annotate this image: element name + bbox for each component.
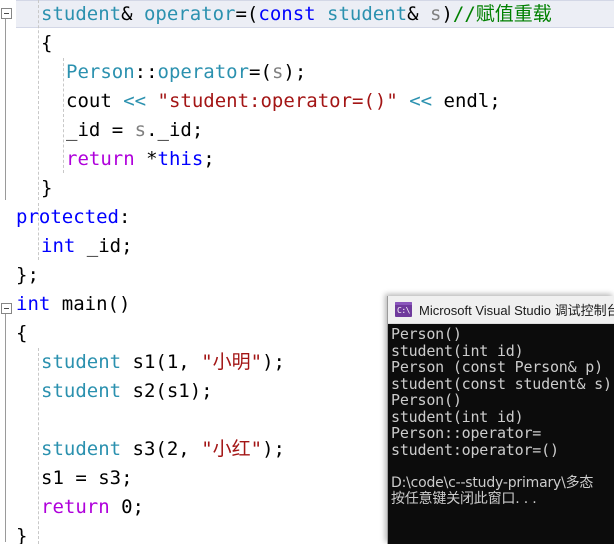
code-token: ._id; (146, 119, 204, 141)
console-icon-prompt-glyph: C:\ (397, 306, 410, 315)
code-line[interactable]: Person::operator=(s); (0, 58, 614, 87)
code-token: } (16, 525, 28, 544)
code-token: s1 = s3; (41, 467, 133, 489)
code-token: s (430, 3, 442, 25)
code-line[interactable]: int _id; (0, 232, 614, 261)
code-token: ); (262, 438, 285, 460)
code-token: } (41, 177, 53, 199)
code-token: ; (203, 148, 215, 170)
code-token: 0 (121, 496, 133, 518)
code-token: _id; (75, 235, 133, 257)
code-token: , (178, 351, 202, 373)
console-title-text: Microsoft Visual Studio 调试控制台 (419, 303, 614, 318)
code-token: return (41, 496, 110, 518)
console-app-icon: C:\ (395, 302, 412, 317)
console-output-line: Person() (391, 391, 462, 409)
console-icon-bar (395, 302, 412, 305)
code-token: int (16, 293, 51, 315)
console-output-line: student(const student& s) (391, 374, 612, 393)
console-output-line: D:\code\c--study-primary\多态 (391, 474, 594, 491)
code-token: 1 (166, 351, 179, 373)
code-line[interactable]: } (0, 174, 614, 203)
code-line[interactable]: cout << "student:operator=()" << endl; (0, 87, 614, 116)
code-token: student (41, 380, 122, 402)
code-line[interactable]: protected: (0, 203, 614, 232)
code-token: cout (66, 90, 124, 112)
code-line[interactable]: }; (0, 261, 614, 290)
code-token: () (107, 293, 131, 315)
code-token: s1( (121, 351, 167, 373)
code-token: , (178, 438, 202, 460)
console-window[interactable]: C:\ Microsoft Visual Studio 调试控制台 Person… (387, 296, 614, 544)
code-token: * (134, 148, 158, 170)
screen-root: student& operator=(const student& s)//赋值… (0, 0, 614, 544)
code-token: 2 (166, 438, 179, 460)
code-token: :: (134, 61, 158, 83)
code-token: }; (16, 264, 39, 286)
code-token: ); (283, 61, 307, 83)
code-token: endl; (432, 90, 501, 112)
console-output-line: student:operator=() (391, 440, 559, 459)
code-token: "小红" (201, 438, 263, 460)
code-token: int (41, 235, 76, 257)
code-token: const (258, 3, 316, 25)
console-output-line: 按任意键关闭此窗口. . . (391, 491, 537, 507)
code-token: student (41, 438, 122, 460)
code-token: student (41, 3, 122, 25)
code-token: protected (16, 206, 119, 228)
code-token: //赋值重载 (452, 3, 552, 25)
code-token: s (134, 119, 147, 141)
code-token: Person (66, 61, 135, 83)
code-token: =( (235, 3, 259, 25)
code-token: s (271, 61, 284, 83)
code-token: operator (157, 61, 250, 83)
code-token: =( (249, 61, 272, 83)
code-token: return (66, 148, 135, 170)
code-token: : (118, 206, 131, 228)
code-token: ; (132, 496, 144, 518)
console-titlebar[interactable]: C:\ Microsoft Visual Studio 调试控制台 (388, 296, 614, 324)
code-token: { (41, 32, 53, 54)
code-token: s3( (121, 438, 167, 460)
code-line[interactable]: { (0, 29, 614, 58)
code-token: "student:operator=()" (157, 90, 398, 112)
code-token: << (123, 90, 147, 112)
code-token: ) (441, 3, 453, 25)
code-line[interactable]: return *this; (0, 145, 614, 174)
code-token: operator (143, 3, 236, 25)
code-token: main (61, 293, 108, 315)
console-output-line: Person (const Person& p) (391, 358, 603, 376)
code-line[interactable]: student& operator=(const student& s)//赋值… (0, 0, 614, 29)
console-output-area[interactable]: Person() student(int id) Person (const Per… (388, 324, 614, 544)
code-token: _id = (66, 119, 135, 141)
console-output-line: student(int id) (391, 341, 524, 360)
code-token: { (16, 322, 28, 344)
code-token: & (407, 3, 430, 25)
code-token: s2(s1); (121, 380, 213, 402)
code-line[interactable]: _id = s._id; (0, 116, 614, 145)
code-token: & (121, 3, 144, 25)
code-token: << (409, 90, 433, 112)
console-output-line: student(int id) (391, 407, 524, 426)
code-token: student (41, 351, 122, 373)
console-output-line: Person::operator= (391, 424, 542, 442)
console-output-line: Person() (391, 325, 462, 343)
code-token: ); (262, 351, 285, 373)
code-token: this (157, 148, 204, 170)
code-token: "小明" (201, 351, 263, 373)
code-token: student (327, 3, 408, 25)
